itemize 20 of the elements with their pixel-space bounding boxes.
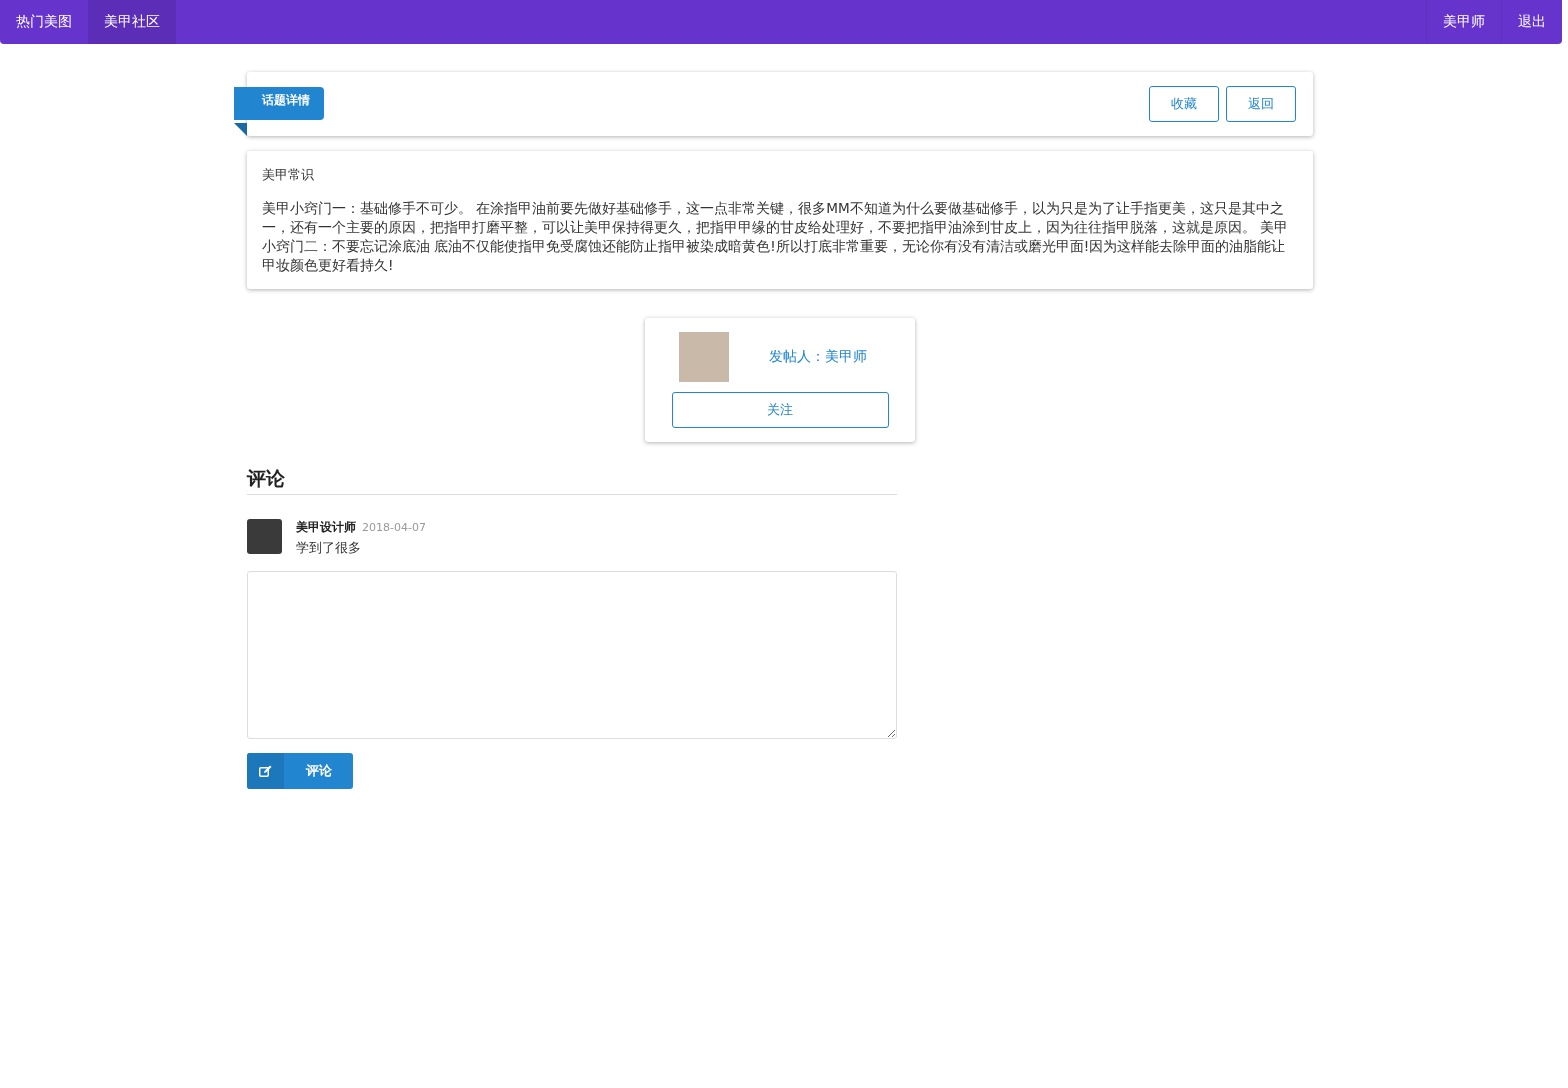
- topic-body: 美甲小窍门一：基础修手不可少。 在涂指甲油前要先做好基础修手，这一点非常关键，很多MM不知道为什么要做基础修手，以为只是为了让手指更美，这只是其中之一，还有一个主要的原因，把指甲打磨平整，可以让美甲保持得更久，把指甲甲缘的甘皮给处理好，不要把指甲油涂到甘皮上，因为往往指甲脱落，这就是原因。 美甲小窍门二：不要忘记涂底油 底油不仅能使指甲免受腐蚀还能防止指甲被染成暗黄色!所以打底非常重要，无论你有没有清洁或磨光甲面!因为这样能去除甲面的油脂能让甲妆颜色更好看持久!: [262, 199, 1290, 275]
- header-button[interactable]: 返回: [1226, 86, 1296, 122]
- comment-text: 学到了很多: [296, 539, 362, 557]
- avatar-placeholder: [247, 519, 282, 554]
- submit-comment-button[interactable]: 评论: [247, 753, 353, 789]
- comment-input-field[interactable]: [247, 571, 897, 739]
- photo-placeholder: [679, 332, 729, 382]
- nav-item[interactable]: 热门美图: [0, 0, 88, 44]
- follow-button[interactable]: 关注: [671, 392, 889, 428]
- topic-title: 美甲常识: [262, 166, 315, 184]
- comments-heading: 评论: [247, 466, 897, 495]
- nav-item[interactable]: 退出: [1501, 0, 1562, 44]
- comment-date: 2018-04-07: [362, 521, 426, 534]
- ribbon-label: 话题详情: [234, 87, 324, 120]
- edit-icon: [259, 765, 272, 777]
- comment-author: 美甲设计师: [296, 520, 356, 534]
- nav-item[interactable]: 美甲社区: [88, 0, 176, 44]
- header-button[interactable]: 收藏: [1149, 86, 1219, 122]
- poster-label: 发帖人：美甲师: [769, 348, 867, 366]
- nav-item[interactable]: 美甲师: [1426, 0, 1501, 44]
